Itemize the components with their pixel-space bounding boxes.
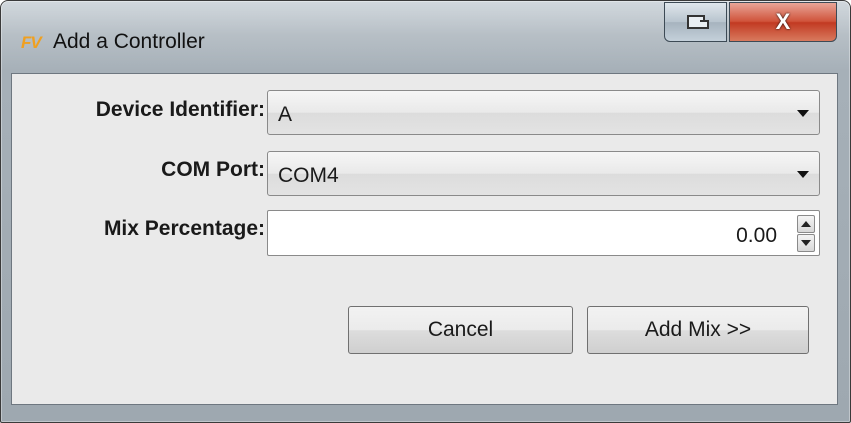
mix-percentage-input[interactable]: 0.00: [267, 210, 820, 256]
add-mix-button[interactable]: Add Mix >>: [587, 306, 809, 354]
com-port-select[interactable]: COM4: [267, 151, 820, 196]
spin-down-icon: [801, 240, 811, 246]
fv-logo-icon: FV: [21, 33, 42, 52]
device-identifier-label: Device Identifier:: [95, 98, 265, 121]
device-identifier-value: A: [278, 103, 293, 126]
title-bar[interactable]: FV Add a Controller X: [1, 1, 850, 71]
cancel-button[interactable]: Cancel: [348, 306, 573, 354]
chevron-down-icon: [797, 171, 809, 178]
chevron-down-icon: [797, 110, 809, 117]
close-icon: X: [775, 9, 791, 34]
add-controller-dialog: FV Add a Controller X Device Identifier:…: [0, 0, 851, 423]
dialog-content: Device Identifier: A COM Port: COM4 Mix …: [11, 73, 838, 405]
mix-percentage-value: 0.00: [736, 224, 777, 247]
device-identifier-select[interactable]: A: [267, 90, 820, 135]
add-mix-button-label: Add Mix >>: [644, 318, 752, 341]
window-title: Add a Controller: [53, 30, 205, 53]
com-port-label: COM Port:: [161, 158, 265, 181]
spin-up-button[interactable]: [797, 215, 815, 233]
cancel-button-label: Cancel: [427, 318, 494, 341]
restore-window-icon: [686, 15, 709, 29]
mix-percentage-label: Mix Percentage:: [103, 217, 265, 240]
spin-down-button[interactable]: [797, 234, 815, 252]
spin-up-icon: [801, 221, 811, 227]
com-port-value: COM4: [278, 164, 339, 187]
close-button[interactable]: X: [729, 2, 837, 42]
restore-button[interactable]: [664, 2, 727, 42]
